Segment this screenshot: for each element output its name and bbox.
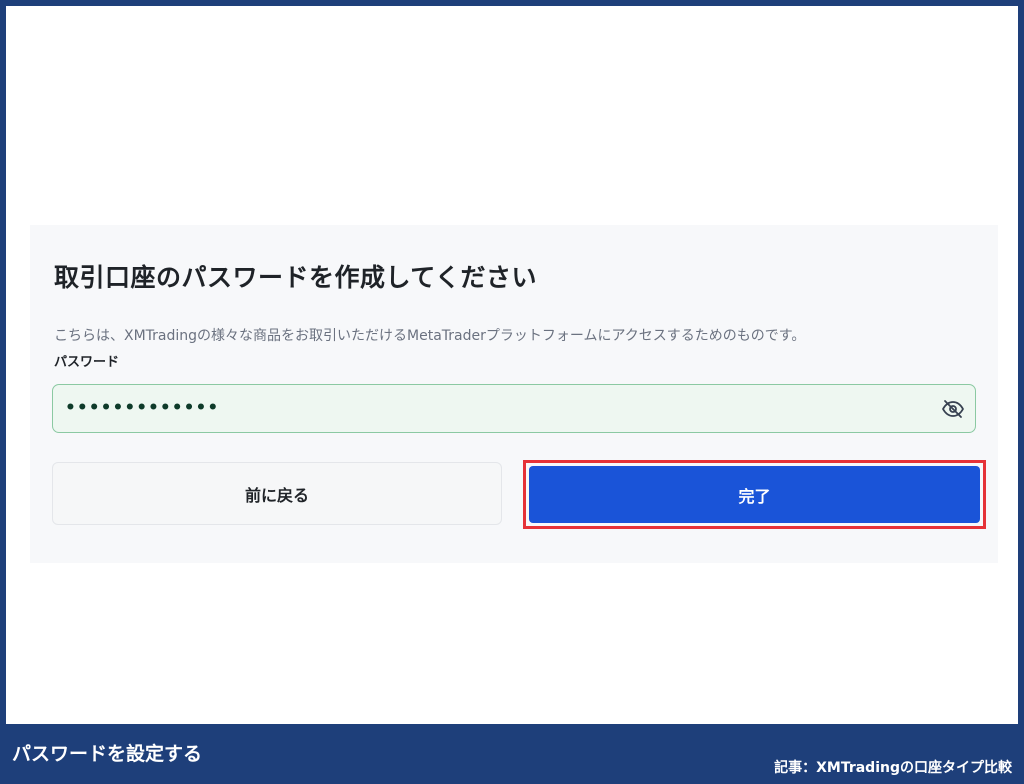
caption-text: パスワードを設定する <box>12 743 203 765</box>
screenshot-frame: 取引口座のパスワードを作成してください こちらは、XMTradingの様々な商品… <box>6 6 1018 724</box>
password-input[interactable]: ••••••••••••• <box>52 384 976 433</box>
page-title: 取引口座のパスワードを作成してください <box>54 263 538 292</box>
article-link: 記事：XMTradingの口座タイプ比較 <box>774 760 1012 776</box>
password-label: パスワード <box>54 355 120 370</box>
form-description: こちらは、XMTradingの様々な商品をお取引いただけるMetaTraderプ… <box>54 328 806 344</box>
done-button-highlight: 完了 <box>523 460 986 529</box>
done-button[interactable]: 完了 <box>529 466 980 523</box>
password-form-card: 取引口座のパスワードを作成してください こちらは、XMTradingの様々な商品… <box>30 225 998 563</box>
password-value[interactable]: ••••••••••••• <box>65 398 219 418</box>
eye-slash-icon[interactable] <box>941 397 965 421</box>
back-button[interactable]: 前に戻る <box>52 462 502 525</box>
